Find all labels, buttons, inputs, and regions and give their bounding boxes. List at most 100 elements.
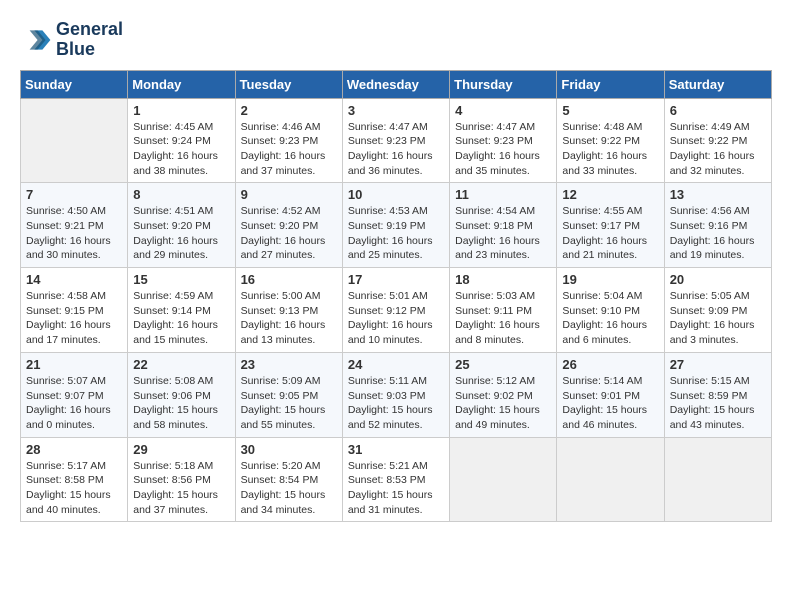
day-cell: 21 Sunrise: 5:07 AMSunset: 9:07 PMDayligh… [21, 352, 128, 437]
day-info: Sunrise: 5:17 AMSunset: 8:58 PMDaylight:… [26, 459, 122, 518]
day-cell: 23Sunrise: 5:09 AMSunset: 9:05 PMDayligh… [235, 352, 342, 437]
header: General Blue [20, 20, 772, 60]
day-info: Sunrise: 5:03 AMSunset: 9:11 PMDaylight:… [455, 289, 551, 348]
col-header-sunday: Sunday [21, 70, 128, 98]
day-number: 11 [455, 187, 551, 202]
day-cell: 2Sunrise: 4:46 AMSunset: 9:23 PMDaylight… [235, 98, 342, 183]
day-cell [21, 98, 128, 183]
day-number: 18 [455, 272, 551, 287]
day-number: 25 [455, 357, 551, 372]
day-cell: 10 Sunrise: 4:53 AMSunset: 9:19 PMDayligh… [342, 183, 449, 268]
logo-text: General Blue [56, 20, 123, 60]
day-cell: 11 Sunrise: 4:54 AMSunset: 9:18 PMDayligh… [450, 183, 557, 268]
day-number: 27 [670, 357, 766, 372]
day-cell: 18 Sunrise: 5:03 AMSunset: 9:11 PMDayligh… [450, 268, 557, 353]
day-info: Sunrise: 5:12 AMSunset: 9:02 PMDaylight:… [455, 374, 551, 433]
logo: General Blue [20, 20, 123, 60]
day-cell: 4 Sunrise: 4:47 AMSunset: 9:23 PMDaylight… [450, 98, 557, 183]
day-info: Sunrise: 5:20 AMSunset: 8:54 PMDaylight:… [241, 459, 337, 518]
day-info: Sunrise: 4:47 AMSunset: 9:23 PMDaylight:… [455, 120, 551, 179]
day-number: 16 [241, 272, 337, 287]
day-number: 14 [26, 272, 122, 287]
day-cell: 3Sunrise: 4:47 AMSunset: 9:23 PMDaylight… [342, 98, 449, 183]
day-info: Sunrise: 4:45 AMSunset: 9:24 PMDaylight:… [133, 120, 229, 179]
day-cell: 6Sunrise: 4:49 AMSunset: 9:22 PMDaylight… [664, 98, 771, 183]
day-info: Sunrise: 4:48 AMSunset: 9:22 PMDaylight:… [562, 120, 658, 179]
day-number: 28 [26, 442, 122, 457]
day-cell: 28 Sunrise: 5:17 AMSunset: 8:58 PMDayligh… [21, 437, 128, 522]
day-info: Sunrise: 5:18 AMSunset: 8:56 PMDaylight:… [133, 459, 229, 518]
day-info: Sunrise: 4:55 AMSunset: 9:17 PMDaylight:… [562, 204, 658, 263]
day-number: 6 [670, 103, 766, 118]
day-cell [557, 437, 664, 522]
day-number: 8 [133, 187, 229, 202]
day-number: 12 [562, 187, 658, 202]
day-info: Sunrise: 4:50 AMSunset: 9:21 PMDaylight:… [26, 204, 122, 263]
day-number: 4 [455, 103, 551, 118]
day-number: 26 [562, 357, 658, 372]
day-info: Sunrise: 4:59 AMSunset: 9:14 PMDaylight:… [133, 289, 229, 348]
day-cell: 19 Sunrise: 5:04 AMSunset: 9:10 PMDayligh… [557, 268, 664, 353]
logo-icon [20, 24, 52, 56]
day-number: 30 [241, 442, 337, 457]
day-cell: 5 Sunrise: 4:48 AMSunset: 9:22 PMDaylight… [557, 98, 664, 183]
day-cell: 12 Sunrise: 4:55 AMSunset: 9:17 PMDayligh… [557, 183, 664, 268]
day-cell: 31 Sunrise: 5:21 AMSunset: 8:53 PMDayligh… [342, 437, 449, 522]
day-info: Sunrise: 5:21 AMSunset: 8:53 PMDaylight:… [348, 459, 444, 518]
day-cell: 9 Sunrise: 4:52 AMSunset: 9:20 PMDaylight… [235, 183, 342, 268]
col-header-monday: Monday [128, 70, 235, 98]
day-cell: 27 Sunrise: 5:15 AMSunset: 8:59 PMDayligh… [664, 352, 771, 437]
day-cell: 25 Sunrise: 5:12 AMSunset: 9:02 PMDayligh… [450, 352, 557, 437]
day-number: 5 [562, 103, 658, 118]
day-info: Sunrise: 5:08 AMSunset: 9:06 PMDaylight:… [133, 374, 229, 433]
day-cell: 16 Sunrise: 5:00 AMSunset: 9:13 PMDayligh… [235, 268, 342, 353]
day-info: Sunrise: 4:58 AMSunset: 9:15 PMDaylight:… [26, 289, 122, 348]
day-cell: 24Sunrise: 5:11 AMSunset: 9:03 PMDayligh… [342, 352, 449, 437]
day-cell: 1 Sunrise: 4:45 AMSunset: 9:24 PMDaylight… [128, 98, 235, 183]
day-cell: 7 Sunrise: 4:50 AMSunset: 9:21 PMDaylight… [21, 183, 128, 268]
day-number: 20 [670, 272, 766, 287]
day-number: 1 [133, 103, 229, 118]
day-cell: 20 Sunrise: 5:05 AMSunset: 9:09 PMDayligh… [664, 268, 771, 353]
day-cell: 29Sunrise: 5:18 AMSunset: 8:56 PMDayligh… [128, 437, 235, 522]
day-info: Sunrise: 5:04 AMSunset: 9:10 PMDaylight:… [562, 289, 658, 348]
day-number: 7 [26, 187, 122, 202]
week-row-5: 28 Sunrise: 5:17 AMSunset: 8:58 PMDayligh… [21, 437, 772, 522]
col-header-thursday: Thursday [450, 70, 557, 98]
day-info: Sunrise: 5:14 AMSunset: 9:01 PMDaylight:… [562, 374, 658, 433]
week-row-4: 21 Sunrise: 5:07 AMSunset: 9:07 PMDayligh… [21, 352, 772, 437]
week-row-2: 7 Sunrise: 4:50 AMSunset: 9:21 PMDaylight… [21, 183, 772, 268]
day-number: 23 [241, 357, 337, 372]
day-info: Sunrise: 5:00 AMSunset: 9:13 PMDaylight:… [241, 289, 337, 348]
day-number: 9 [241, 187, 337, 202]
day-info: Sunrise: 4:47 AMSunset: 9:23 PMDaylight:… [348, 120, 444, 179]
day-cell: 14 Sunrise: 4:58 AMSunset: 9:15 PMDayligh… [21, 268, 128, 353]
day-cell: 30 Sunrise: 5:20 AMSunset: 8:54 PMDayligh… [235, 437, 342, 522]
day-info: Sunrise: 4:51 AMSunset: 9:20 PMDaylight:… [133, 204, 229, 263]
day-number: 31 [348, 442, 444, 457]
day-number: 21 [26, 357, 122, 372]
col-header-tuesday: Tuesday [235, 70, 342, 98]
day-number: 10 [348, 187, 444, 202]
day-info: Sunrise: 5:15 AMSunset: 8:59 PMDaylight:… [670, 374, 766, 433]
day-info: Sunrise: 5:07 AMSunset: 9:07 PMDaylight:… [26, 374, 122, 433]
day-cell: 17 Sunrise: 5:01 AMSunset: 9:12 PMDayligh… [342, 268, 449, 353]
day-info: Sunrise: 4:52 AMSunset: 9:20 PMDaylight:… [241, 204, 337, 263]
day-number: 24 [348, 357, 444, 372]
day-info: Sunrise: 4:53 AMSunset: 9:19 PMDaylight:… [348, 204, 444, 263]
col-header-saturday: Saturday [664, 70, 771, 98]
day-cell: 13Sunrise: 4:56 AMSunset: 9:16 PMDayligh… [664, 183, 771, 268]
day-number: 22 [133, 357, 229, 372]
week-row-1: 1 Sunrise: 4:45 AMSunset: 9:24 PMDaylight… [21, 98, 772, 183]
day-cell [664, 437, 771, 522]
day-info: Sunrise: 5:05 AMSunset: 9:09 PMDaylight:… [670, 289, 766, 348]
day-cell: 22 Sunrise: 5:08 AMSunset: 9:06 PMDayligh… [128, 352, 235, 437]
day-info: Sunrise: 4:54 AMSunset: 9:18 PMDaylight:… [455, 204, 551, 263]
day-number: 17 [348, 272, 444, 287]
day-number: 13 [670, 187, 766, 202]
day-info: Sunrise: 4:46 AMSunset: 9:23 PMDaylight:… [241, 120, 337, 179]
day-cell: 26 Sunrise: 5:14 AMSunset: 9:01 PMDayligh… [557, 352, 664, 437]
day-number: 19 [562, 272, 658, 287]
day-cell [450, 437, 557, 522]
day-info: Sunrise: 5:01 AMSunset: 9:12 PMDaylight:… [348, 289, 444, 348]
